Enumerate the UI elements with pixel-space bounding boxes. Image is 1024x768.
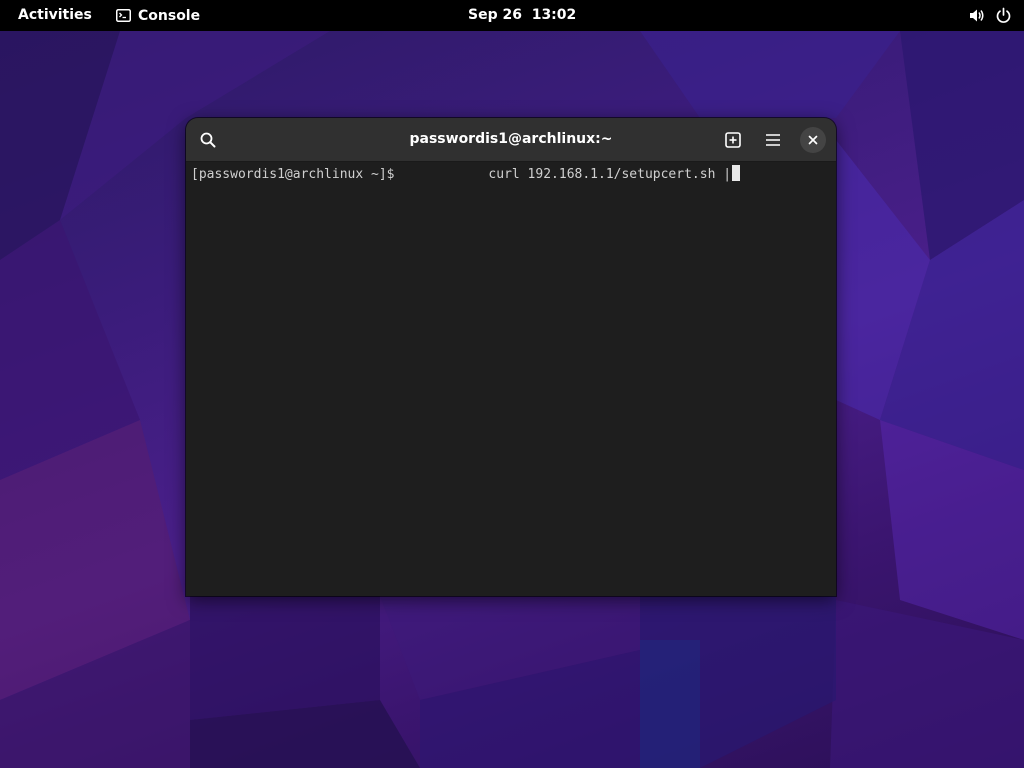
search-button[interactable]: [194, 126, 222, 154]
new-tab-button[interactable]: [719, 126, 747, 154]
power-icon: [996, 7, 1011, 23]
new-tab-icon: [725, 132, 741, 148]
terminal-view[interactable]: [passwordis1@archlinux ~]$ curl 192.168.…: [186, 162, 836, 596]
volume-icon: [970, 9, 984, 22]
shell-prompt: [passwordis1@archlinux ~]$: [191, 167, 395, 182]
terminal-line: [passwordis1@archlinux ~]$ curl 192.168.…: [191, 165, 741, 184]
text-cursor: [732, 165, 741, 181]
system-status-menu[interactable]: [968, 0, 1012, 31]
terminal-command-text: curl 192.168.1.1/setupcert.sh |: [488, 167, 732, 182]
clock-button[interactable]: Sep 26 13:02: [460, 0, 584, 31]
app-menu-button[interactable]: Console: [110, 0, 206, 31]
app-name-label: Console: [138, 7, 201, 24]
window-headerbar[interactable]: passwordis1@archlinux:~: [186, 118, 836, 162]
main-menu-button[interactable]: [759, 126, 787, 154]
top-bar: Activities Console Sep 26 13:02: [0, 0, 1024, 31]
activities-button[interactable]: Activities: [11, 0, 99, 31]
close-icon: [808, 135, 818, 145]
terminal-icon: [116, 9, 131, 22]
console-window: passwordis1@archlinux:~ [passwordis1@arc…: [186, 118, 836, 596]
search-icon: [200, 132, 216, 148]
menu-icon: [766, 134, 780, 146]
close-window-button[interactable]: [800, 127, 826, 153]
